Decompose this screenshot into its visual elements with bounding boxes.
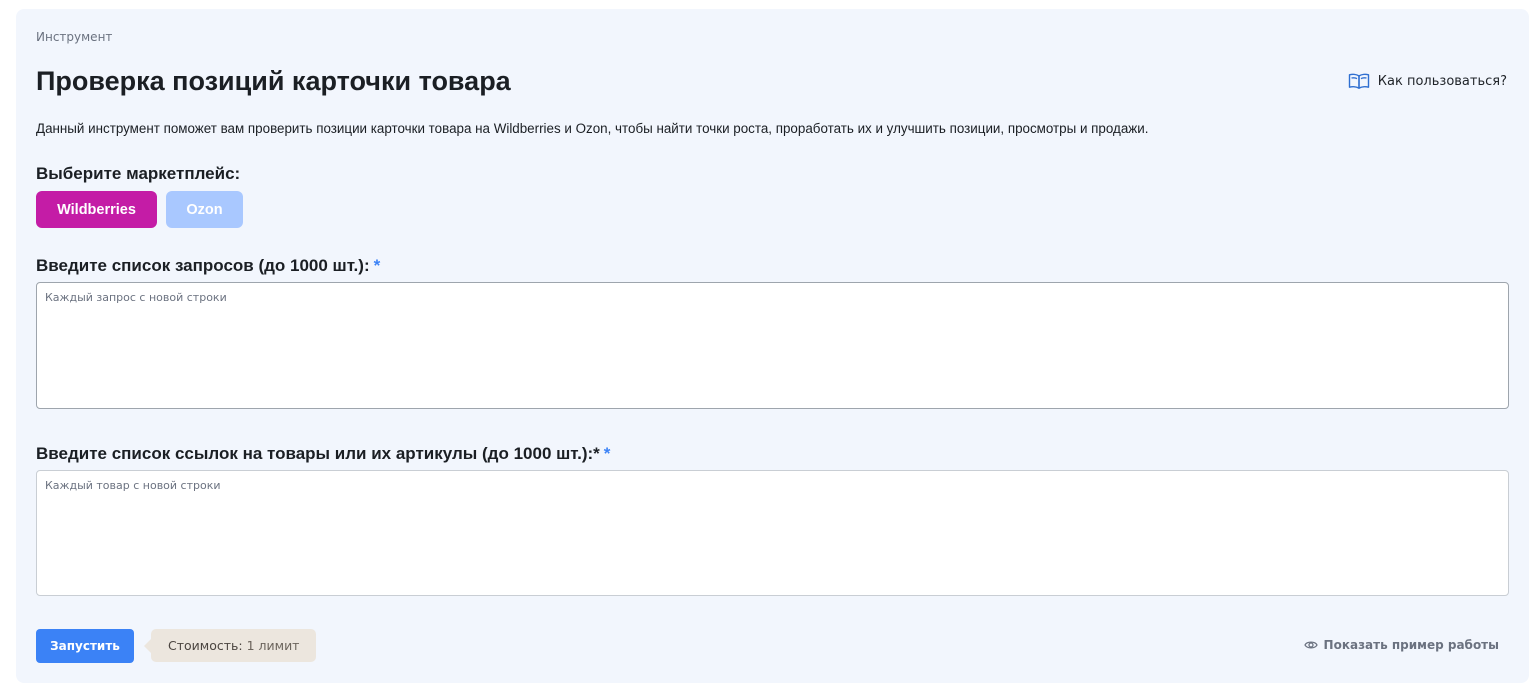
page-title: Проверка позиций карточки товара	[36, 66, 511, 96]
required-mark: *	[603, 444, 611, 463]
book-icon	[1348, 73, 1370, 89]
queries-label: Введите список запросов (до 1000 шт.): *	[36, 256, 380, 276]
products-label-text: Введите список ссылок на товары или их а…	[36, 444, 600, 463]
marketplace-wildberries-button[interactable]: Wildberries	[36, 191, 157, 228]
cost-key: Стоимость:	[168, 638, 243, 653]
cost-value: 1 лимит	[246, 638, 300, 653]
marketplace-label: Выберите маркетплейс:	[36, 164, 241, 183]
eye-icon	[1303, 639, 1318, 651]
help-link-label: Как пользоваться?	[1377, 73, 1507, 89]
show-example-label: Показать пример работы	[1323, 638, 1499, 652]
marketplace-selector: Wildberries Ozon	[36, 191, 243, 228]
queries-textarea[interactable]	[36, 282, 1509, 409]
breadcrumb[interactable]: Инструмент	[36, 30, 112, 44]
marketplace-ozon-button[interactable]: Ozon	[166, 191, 243, 228]
help-link[interactable]: Как пользоваться?	[1348, 73, 1507, 89]
required-mark: *	[373, 256, 381, 275]
tool-description: Данный инструмент поможет вам проверить …	[36, 121, 1149, 136]
products-textarea[interactable]	[36, 470, 1509, 596]
cost-badge: Стоимость: 1 лимит	[143, 629, 317, 662]
show-example-link[interactable]: Показать пример работы	[1303, 638, 1499, 652]
products-label: Введите список ссылок на товары или их а…	[36, 444, 610, 464]
tool-card: Инструмент Проверка позиций карточки тов…	[16, 9, 1529, 683]
queries-label-text: Введите список запросов (до 1000 шт.):	[36, 256, 370, 275]
run-button[interactable]: Запустить	[36, 629, 134, 663]
